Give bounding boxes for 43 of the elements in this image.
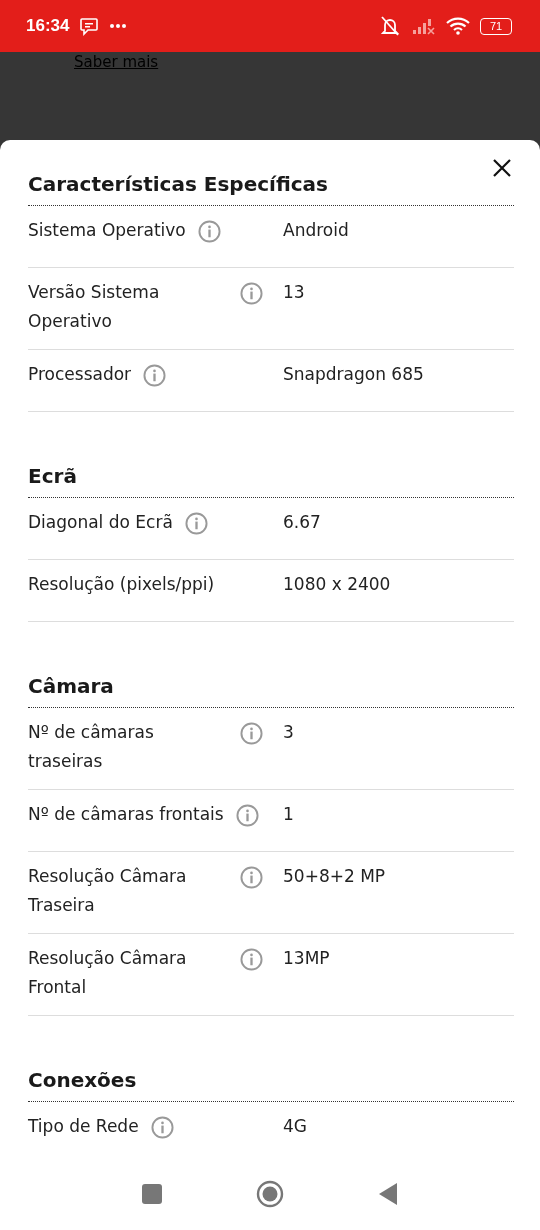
spec-label: Nº de câmaras frontais [28,803,224,826]
info-icon[interactable] [150,1116,174,1139]
spec-label: Processador [28,363,132,386]
info-icon[interactable] [240,866,263,889]
spec-value: 3 [283,721,295,744]
spec-value: 6.67 [283,511,322,534]
section-heading: Câmara [28,644,514,708]
clock: 16:34 [26,16,70,36]
spec-value: 13MP [283,947,331,970]
spec-value: Android [283,219,350,242]
chat-bubble-icon [79,16,100,36]
info-icon[interactable] [184,512,208,535]
spec-value: 1 [283,803,295,826]
spec-value: 13 [283,281,306,304]
info-icon[interactable] [240,722,263,745]
back-icon[interactable] [378,1181,398,1206]
spec-label: Sistema Operativo [28,219,186,242]
info-icon[interactable] [240,282,263,305]
recents-icon[interactable] [142,1183,162,1204]
spec-value: 50+8+2 MP [283,865,387,888]
spec-value: 4G [283,1115,308,1138]
spec-label: Nº de câmaras traseiras [28,721,155,773]
home-icon[interactable] [256,1179,284,1208]
section-heading: Conexões [28,1038,514,1102]
spec-value: 1080 x 2400 [283,573,392,596]
muted-bell-icon [378,15,402,37]
wifi-icon [446,17,470,35]
info-icon[interactable] [240,948,263,971]
info-icon[interactable] [197,220,221,243]
section-heading: Ecrã [28,434,514,498]
spec-label: Resolução Câmara Traseira [28,865,188,917]
more-icon [109,23,128,29]
info-icon[interactable] [235,804,259,827]
spec-label: Tipo de Rede [28,1115,139,1138]
spec-label: Diagonal do Ecrã [28,511,173,534]
spec-label: Resolução (pixels/ppi) [28,573,215,596]
section-heading: Características Específicas [28,140,514,206]
signal-icon [412,17,436,35]
spec-label: Resolução Câmara Frontal [28,947,188,999]
spec-label: Versão Sistema Operativo [28,281,161,333]
spec-value: Snapdragon 685 [283,363,425,386]
info-icon[interactable] [143,364,167,387]
battery-level: 71 [480,17,512,35]
